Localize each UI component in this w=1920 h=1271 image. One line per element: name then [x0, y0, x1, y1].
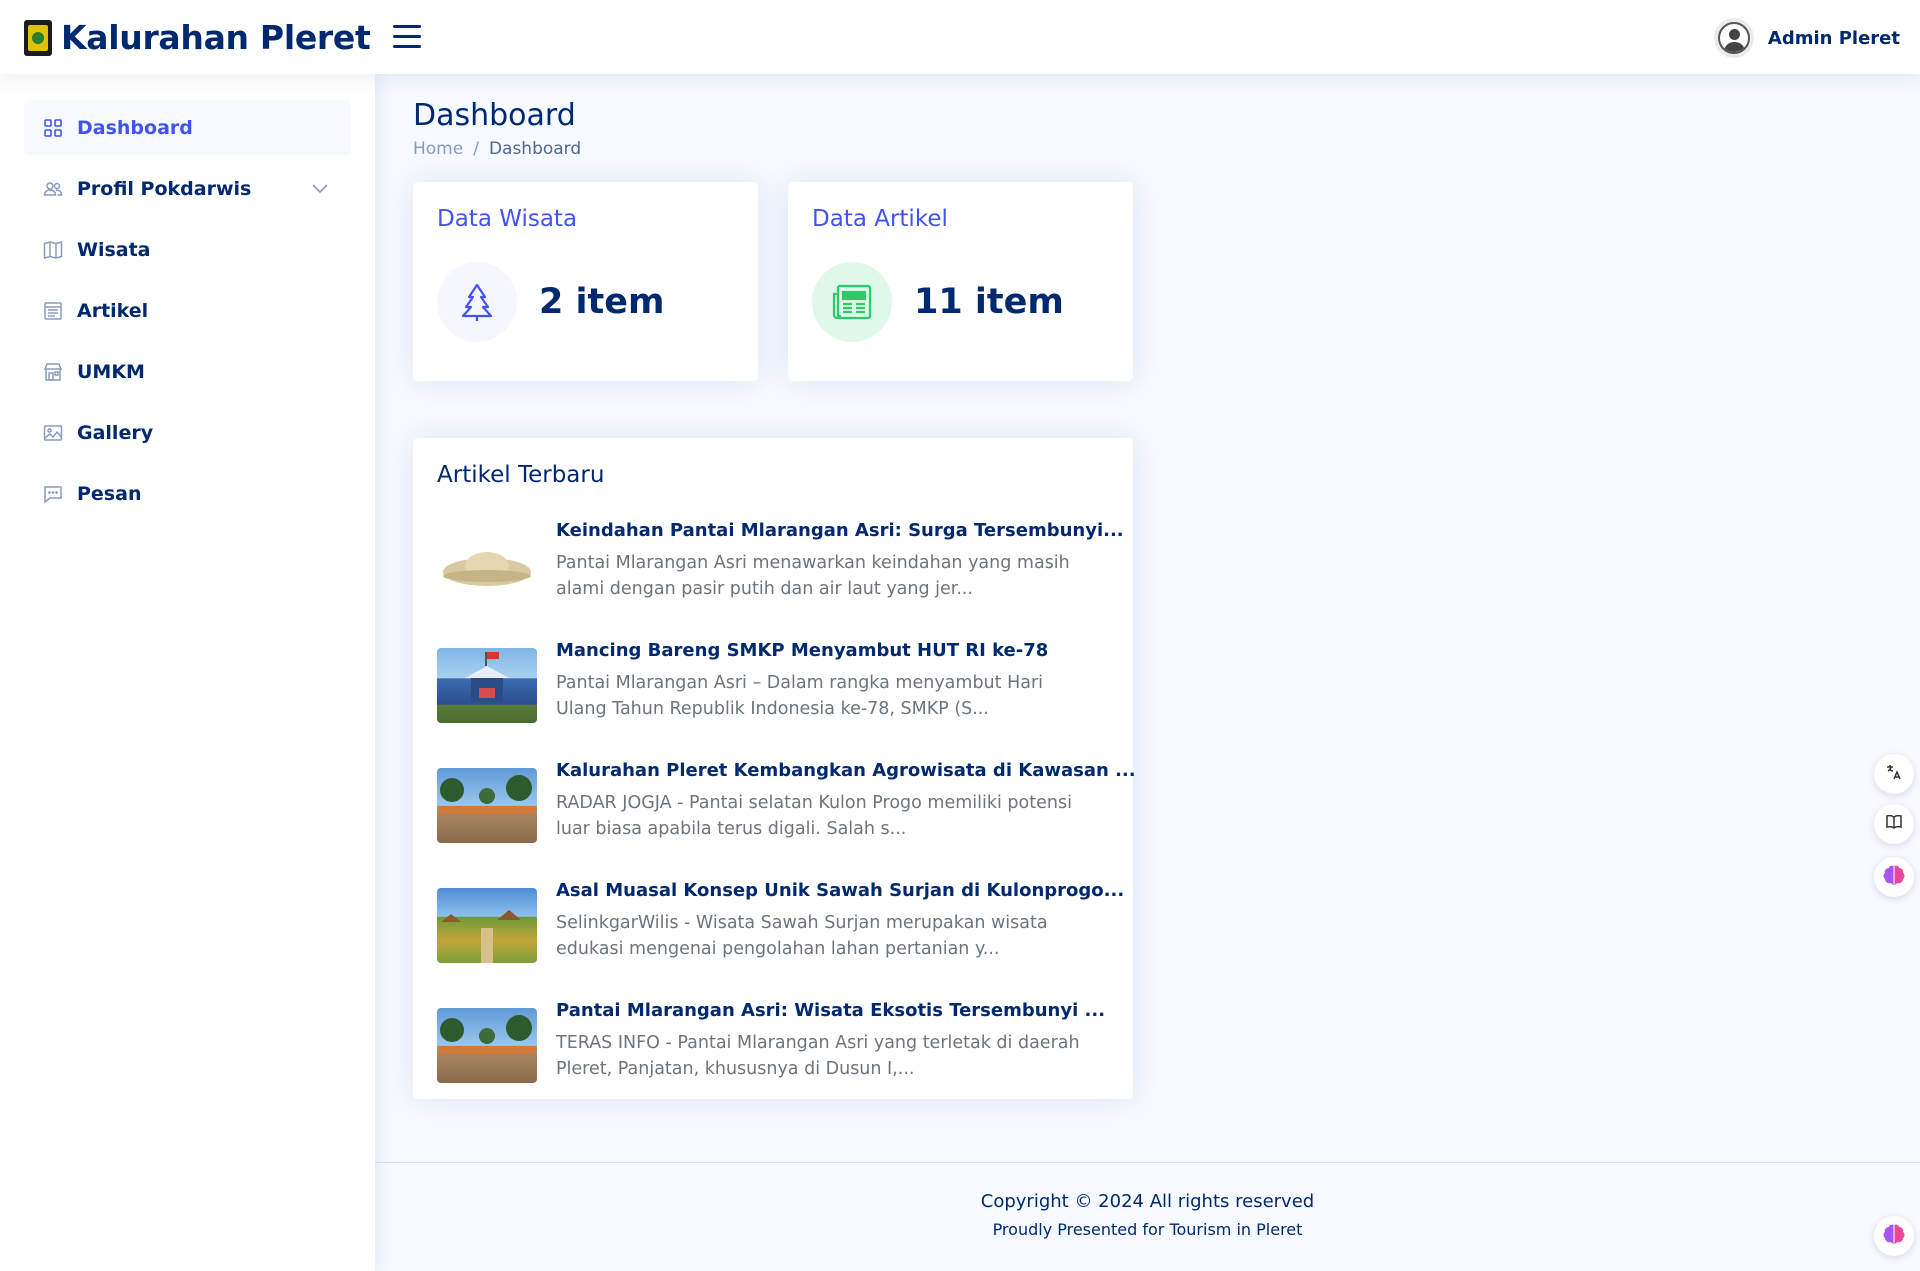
article-thumbnail: [437, 768, 537, 843]
reader-button[interactable]: [1874, 804, 1914, 844]
profile-menu[interactable]: Admin Pleret: [1713, 18, 1900, 58]
chat-icon: [43, 484, 63, 504]
recent-articles-title: Artikel Terbaru: [437, 462, 605, 488]
article-excerpt: Pantai Mlarangan Asri menawarkan keindah…: [556, 553, 1070, 599]
article-title-link[interactable]: Keindahan Pantai Mlarangan Asri: Surga T…: [556, 520, 1124, 541]
article-thumbnail: [437, 648, 537, 723]
article-excerpt: TERAS INFO - Pantai Mlarangan Asri yang …: [556, 1033, 1080, 1079]
page-title-block: Dashboard Home / Dashboard: [413, 98, 581, 159]
artikel-count: 11 item: [914, 282, 1064, 322]
brain-icon: [1882, 1223, 1906, 1249]
people-icon: [43, 179, 63, 199]
article-excerpt: Pantai Mlarangan Asri – Dalam rangka men…: [556, 673, 1044, 719]
sidebar-item-label: UMKM: [77, 360, 145, 383]
article-excerpt: RADAR JOGJA - Pantai selatan Kulon Progo…: [556, 793, 1072, 839]
sidebar-item-label: Gallery: [77, 421, 154, 444]
top-header: Kalurahan Pleret Admin Pleret: [0, 0, 1920, 74]
shop-icon: [43, 362, 63, 382]
sidebar-item-label: Dashboard: [77, 116, 193, 139]
ai-assistant-button-bottom[interactable]: [1874, 1216, 1914, 1256]
article-thumbnail: [437, 888, 537, 963]
breadcrumb-separator: /: [473, 139, 479, 159]
wisata-card[interactable]: Data Wisata 2 item: [413, 182, 758, 381]
list-item[interactable]: Mancing Bareng SMKP Menyambut HUT RI ke-…: [437, 640, 1097, 730]
logo[interactable]: Kalurahan Pleret: [24, 18, 371, 57]
recent-articles-card: Artikel Terbaru Keindahan Pantai Mlarang…: [413, 438, 1136, 1099]
article-excerpt: SelinkgarWilis - Wisata Sawah Surjan mer…: [556, 913, 1048, 959]
layout-text-icon: [43, 301, 63, 321]
chevron-down-icon[interactable]: [311, 179, 329, 201]
sidebar-toggle-button[interactable]: [393, 25, 421, 49]
logo-emblem-icon: [24, 19, 52, 56]
sidebar-item-label: Wisata: [77, 238, 151, 261]
sidebar-item-dashboard[interactable]: Dashboard: [24, 100, 351, 155]
sidebar: Dashboard Profil Pokdarwis Wisata Artike…: [0, 74, 375, 1271]
app-title: Kalurahan Pleret: [61, 18, 371, 57]
sidebar-item-gallery[interactable]: Gallery: [24, 405, 351, 460]
sidebar-item-profil-pokdarwis[interactable]: Profil Pokdarwis: [24, 161, 351, 216]
sidebar-item-label: Pesan: [77, 482, 142, 505]
sidebar-item-label: Profil Pokdarwis: [77, 177, 252, 200]
breadcrumb: Home / Dashboard: [413, 139, 581, 159]
breadcrumb-current: Dashboard: [488, 139, 582, 159]
article-title-link[interactable]: Mancing Bareng SMKP Menyambut HUT RI ke-…: [556, 640, 1048, 661]
profile-name: Admin Pleret: [1767, 27, 1900, 49]
tree-icon: [437, 262, 517, 342]
sidebar-item-label: Artikel: [77, 299, 149, 322]
translate-button[interactable]: [1874, 754, 1914, 794]
card-title: Data Artikel: [812, 206, 948, 232]
image-icon: [43, 423, 63, 443]
list-item[interactable]: Asal Muasal Konsep Unik Sawah Surjan di …: [437, 880, 1124, 970]
copyright-text: Copyright © 2024 All rights reserved: [980, 1191, 1315, 1212]
sidebar-item-wisata[interactable]: Wisata: [24, 222, 351, 277]
list-item[interactable]: Pantai Mlarangan Asri: Wisata Eksotis Te…: [437, 1000, 1105, 1090]
credits-text: Proudly Presented for Tourism in Pleret: [992, 1220, 1303, 1239]
newspaper-icon: [812, 262, 892, 342]
article-thumbnail: [437, 528, 537, 603]
list-item[interactable]: Kalurahan Pleret Kembangkan Agrowisata d…: [437, 760, 1136, 850]
card-title: Data Wisata: [437, 206, 578, 232]
breadcrumb-home-link[interactable]: Home: [413, 139, 463, 159]
book-icon: [1885, 813, 1903, 835]
footer: Copyright © 2024 All rights reserved Pro…: [375, 1162, 1920, 1271]
list-item[interactable]: Keindahan Pantai Mlarangan Asri: Surga T…: [437, 520, 1124, 610]
avatar: [1713, 18, 1754, 58]
brain-icon: [1882, 864, 1906, 890]
grid-icon: [43, 118, 63, 138]
artikel-card[interactable]: Data Artikel 11 item: [788, 182, 1133, 381]
article-title-link[interactable]: Asal Muasal Konsep Unik Sawah Surjan di …: [556, 880, 1124, 901]
article-title-link[interactable]: Pantai Mlarangan Asri: Wisata Eksotis Te…: [556, 1000, 1105, 1021]
page-title: Dashboard: [413, 98, 576, 133]
translate-icon: [1885, 763, 1903, 785]
sidebar-item-pesan[interactable]: Pesan: [24, 466, 351, 521]
sidebar-item-umkm[interactable]: UMKM: [24, 344, 351, 399]
wisata-count: 2 item: [539, 282, 665, 322]
sidebar-item-artikel[interactable]: Artikel: [24, 283, 351, 338]
article-thumbnail: [437, 1008, 537, 1083]
map-icon: [43, 240, 63, 260]
article-title-link[interactable]: Kalurahan Pleret Kembangkan Agrowisata d…: [556, 760, 1136, 781]
ai-assistant-button[interactable]: [1874, 857, 1914, 897]
